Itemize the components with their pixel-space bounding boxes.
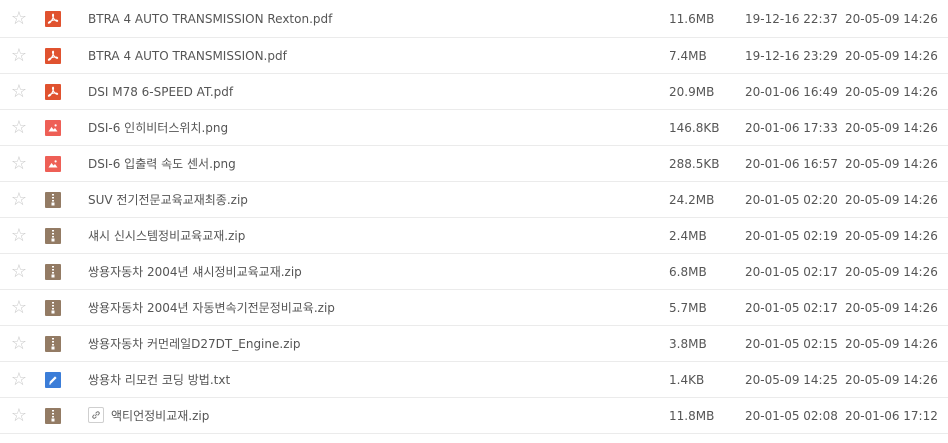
image-file-icon: [45, 155, 61, 172]
pdf-file-icon: [45, 10, 61, 27]
file-row[interactable]: ☆ BTRA 4 AUTO TRANSMISSION.pdf 7.4MB 19-12-…: [0, 38, 948, 74]
file-name-link[interactable]: 액티언정비교재.zip: [88, 407, 209, 425]
file-created-date: 20-01-06 16:49: [745, 84, 838, 99]
file-name-link[interactable]: 쌍용자동차 2004년 섀시정비교육교재.zip: [88, 263, 302, 280]
file-name-link[interactable]: BTRA 4 AUTO TRANSMISSION Rexton.pdf: [88, 12, 332, 26]
file-row[interactable]: ☆ DSI M78 6-SPEED AT.pdf 20.9MB 20-01-06 16…: [0, 74, 948, 110]
file-size: 1.4KB: [669, 372, 705, 387]
file-row[interactable]: ☆ 액티언정비교재.zip 11.8MB 20-01-05 02:08 20-01-06…: [0, 398, 948, 434]
file-created-date: 20-05-09 14:25: [745, 372, 838, 387]
file-created-date: 20-01-05 02:19: [745, 228, 838, 243]
star-icon[interactable]: ☆: [10, 154, 28, 173]
file-size: 2.4MB: [669, 228, 707, 243]
file-size: 11.8MB: [669, 408, 715, 423]
star-icon[interactable]: ☆: [10, 9, 28, 28]
shared-link-icon: [88, 407, 104, 424]
file-modified-date: 20-05-09 14:26: [845, 228, 938, 243]
star-icon[interactable]: ☆: [10, 46, 28, 65]
file-modified-date: 20-05-09 14:26: [845, 372, 938, 387]
file-name-text: 쌍용자동차 커먼레일D27DT_Engine.zip: [88, 337, 301, 351]
file-name-text: DSI-6 입출력 속도 센서.png: [88, 157, 236, 171]
file-row[interactable]: ☆ 섀시 신시스템정비교육교재.zip 2.4MB 20-01-05 02:19 20-…: [0, 218, 948, 254]
file-name-link[interactable]: 섀시 신시스템정비교육교재.zip: [88, 227, 245, 244]
file-name-link[interactable]: BTRA 4 AUTO TRANSMISSION.pdf: [88, 49, 287, 63]
file-row[interactable]: ☆ DSI-6 입출력 속도 센서.png 288.5KB 20-01-06 16:5…: [0, 146, 948, 182]
zip-file-icon: [45, 263, 61, 280]
file-row[interactable]: ☆ 쌍용차 리모컨 코딩 방법.txt 1.4KB 20-05-09 14:25 20-…: [0, 362, 948, 398]
file-modified-date: 20-05-09 14:26: [845, 84, 938, 99]
file-name-text: 쌍용자동차 2004년 섀시정비교육교재.zip: [88, 265, 302, 279]
file-name-text: 쌍용자동차 2004년 자동변속기전문정비교육.zip: [88, 301, 335, 315]
pdf-file-icon: [45, 83, 61, 100]
file-name-text: BTRA 4 AUTO TRANSMISSION Rexton.pdf: [88, 11, 333, 26]
file-row[interactable]: ☆ BTRA 4 AUTO TRANSMISSION Rexton.pdf 11.6…: [0, 0, 948, 38]
file-row[interactable]: ☆ SUV 전기전문교육교재최종.zip 24.2MB 20-01-05 02:20 2…: [0, 182, 948, 218]
file-created-date: 20-01-05 02:08: [745, 408, 838, 423]
file-size: 24.2MB: [669, 192, 715, 207]
file-name-text: 액티언정비교재.zip: [111, 408, 210, 423]
zip-file-icon: [45, 335, 61, 352]
file-name-text: SUV 전기전문교육교재최종.zip: [88, 193, 248, 207]
zip-file-icon: [45, 227, 61, 244]
text-file-icon: [45, 371, 61, 388]
file-modified-date: 20-05-09 14:26: [845, 192, 938, 207]
file-size: 6.8MB: [669, 264, 707, 279]
file-name-text: DSI M78 6-SPEED AT.pdf: [88, 84, 234, 99]
file-modified-date: 20-05-09 14:26: [845, 336, 938, 351]
file-modified-date: 20-05-09 14:26: [845, 48, 938, 63]
file-size: 5.7MB: [669, 300, 707, 315]
star-icon[interactable]: ☆: [10, 190, 28, 209]
star-icon[interactable]: ☆: [10, 262, 28, 281]
file-created-date: 20-01-06 16:57: [745, 156, 838, 171]
file-created-date: 19-12-16 23:29: [745, 48, 838, 63]
file-size: 7.4MB: [669, 48, 707, 63]
file-name-link[interactable]: 쌍용차 리모컨 코딩 방법.txt: [88, 371, 230, 388]
file-name-link[interactable]: 쌍용자동차 커먼레일D27DT_Engine.zip: [88, 335, 300, 352]
zip-file-icon: [45, 407, 61, 424]
file-modified-date: 20-05-09 14:26: [845, 11, 938, 26]
star-icon[interactable]: ☆: [10, 226, 28, 245]
file-size: 146.8KB: [669, 120, 720, 135]
star-icon[interactable]: ☆: [10, 82, 28, 101]
file-row[interactable]: ☆ 쌍용자동차 2004년 섀시정비교육교재.zip 6.8MB 20-01-05 0…: [0, 254, 948, 290]
file-modified-date: 20-01-06 17:12: [845, 408, 938, 423]
file-created-date: 20-01-05 02:20: [745, 192, 838, 207]
file-created-date: 20-01-06 17:33: [745, 120, 838, 135]
star-icon[interactable]: ☆: [10, 406, 28, 425]
file-modified-date: 20-05-09 14:26: [845, 156, 938, 171]
file-modified-date: 20-05-09 14:26: [845, 300, 938, 315]
file-row[interactable]: ☆ 쌍용자동차 2004년 자동변속기전문정비교육.zip 5.7MB 20-01-0…: [0, 290, 948, 326]
file-name-link[interactable]: DSI M78 6-SPEED AT.pdf: [88, 85, 233, 99]
image-file-icon: [45, 119, 61, 136]
file-created-date: 20-01-05 02:17: [745, 300, 838, 315]
file-modified-date: 20-05-09 14:26: [845, 120, 938, 135]
file-name-link[interactable]: SUV 전기전문교육교재최종.zip: [88, 191, 248, 208]
file-name-text: DSI-6 인히비터스위치.png: [88, 121, 229, 135]
file-size: 20.9MB: [669, 84, 715, 99]
file-size: 288.5KB: [669, 156, 720, 171]
star-icon[interactable]: ☆: [10, 334, 28, 353]
star-icon[interactable]: ☆: [10, 298, 28, 317]
file-created-date: 19-12-16 22:37: [745, 11, 838, 26]
file-modified-date: 20-05-09 14:26: [845, 264, 938, 279]
pdf-file-icon: [45, 47, 61, 64]
zip-file-icon: [45, 191, 61, 208]
file-created-date: 20-01-05 02:17: [745, 264, 838, 279]
star-icon[interactable]: ☆: [10, 370, 28, 389]
file-row[interactable]: ☆ 쌍용자동차 커먼레일D27DT_Engine.zip 3.8MB 20-01-05…: [0, 326, 948, 362]
file-row[interactable]: ☆ DSI-6 인히비터스위치.png 146.8KB 20-01-06 17:33 2…: [0, 110, 948, 146]
file-name-text: BTRA 4 AUTO TRANSMISSION.pdf: [88, 48, 287, 63]
file-size: 11.6MB: [669, 11, 715, 26]
file-size: 3.8MB: [669, 336, 707, 351]
file-name-text: 섀시 신시스템정비교육교재.zip: [88, 229, 246, 243]
file-name-text: 쌍용차 리모컨 코딩 방법.txt: [88, 373, 231, 387]
file-name-link[interactable]: 쌍용자동차 2004년 자동변속기전문정비교육.zip: [88, 299, 335, 316]
star-icon[interactable]: ☆: [10, 118, 28, 137]
file-list: ☆ BTRA 4 AUTO TRANSMISSION Rexton.pdf 11.6…: [0, 0, 948, 434]
file-name-link[interactable]: DSI-6 인히비터스위치.png: [88, 119, 228, 136]
file-created-date: 20-01-05 02:15: [745, 336, 838, 351]
file-name-link[interactable]: DSI-6 입출력 속도 센서.png: [88, 155, 236, 172]
zip-file-icon: [45, 299, 61, 316]
